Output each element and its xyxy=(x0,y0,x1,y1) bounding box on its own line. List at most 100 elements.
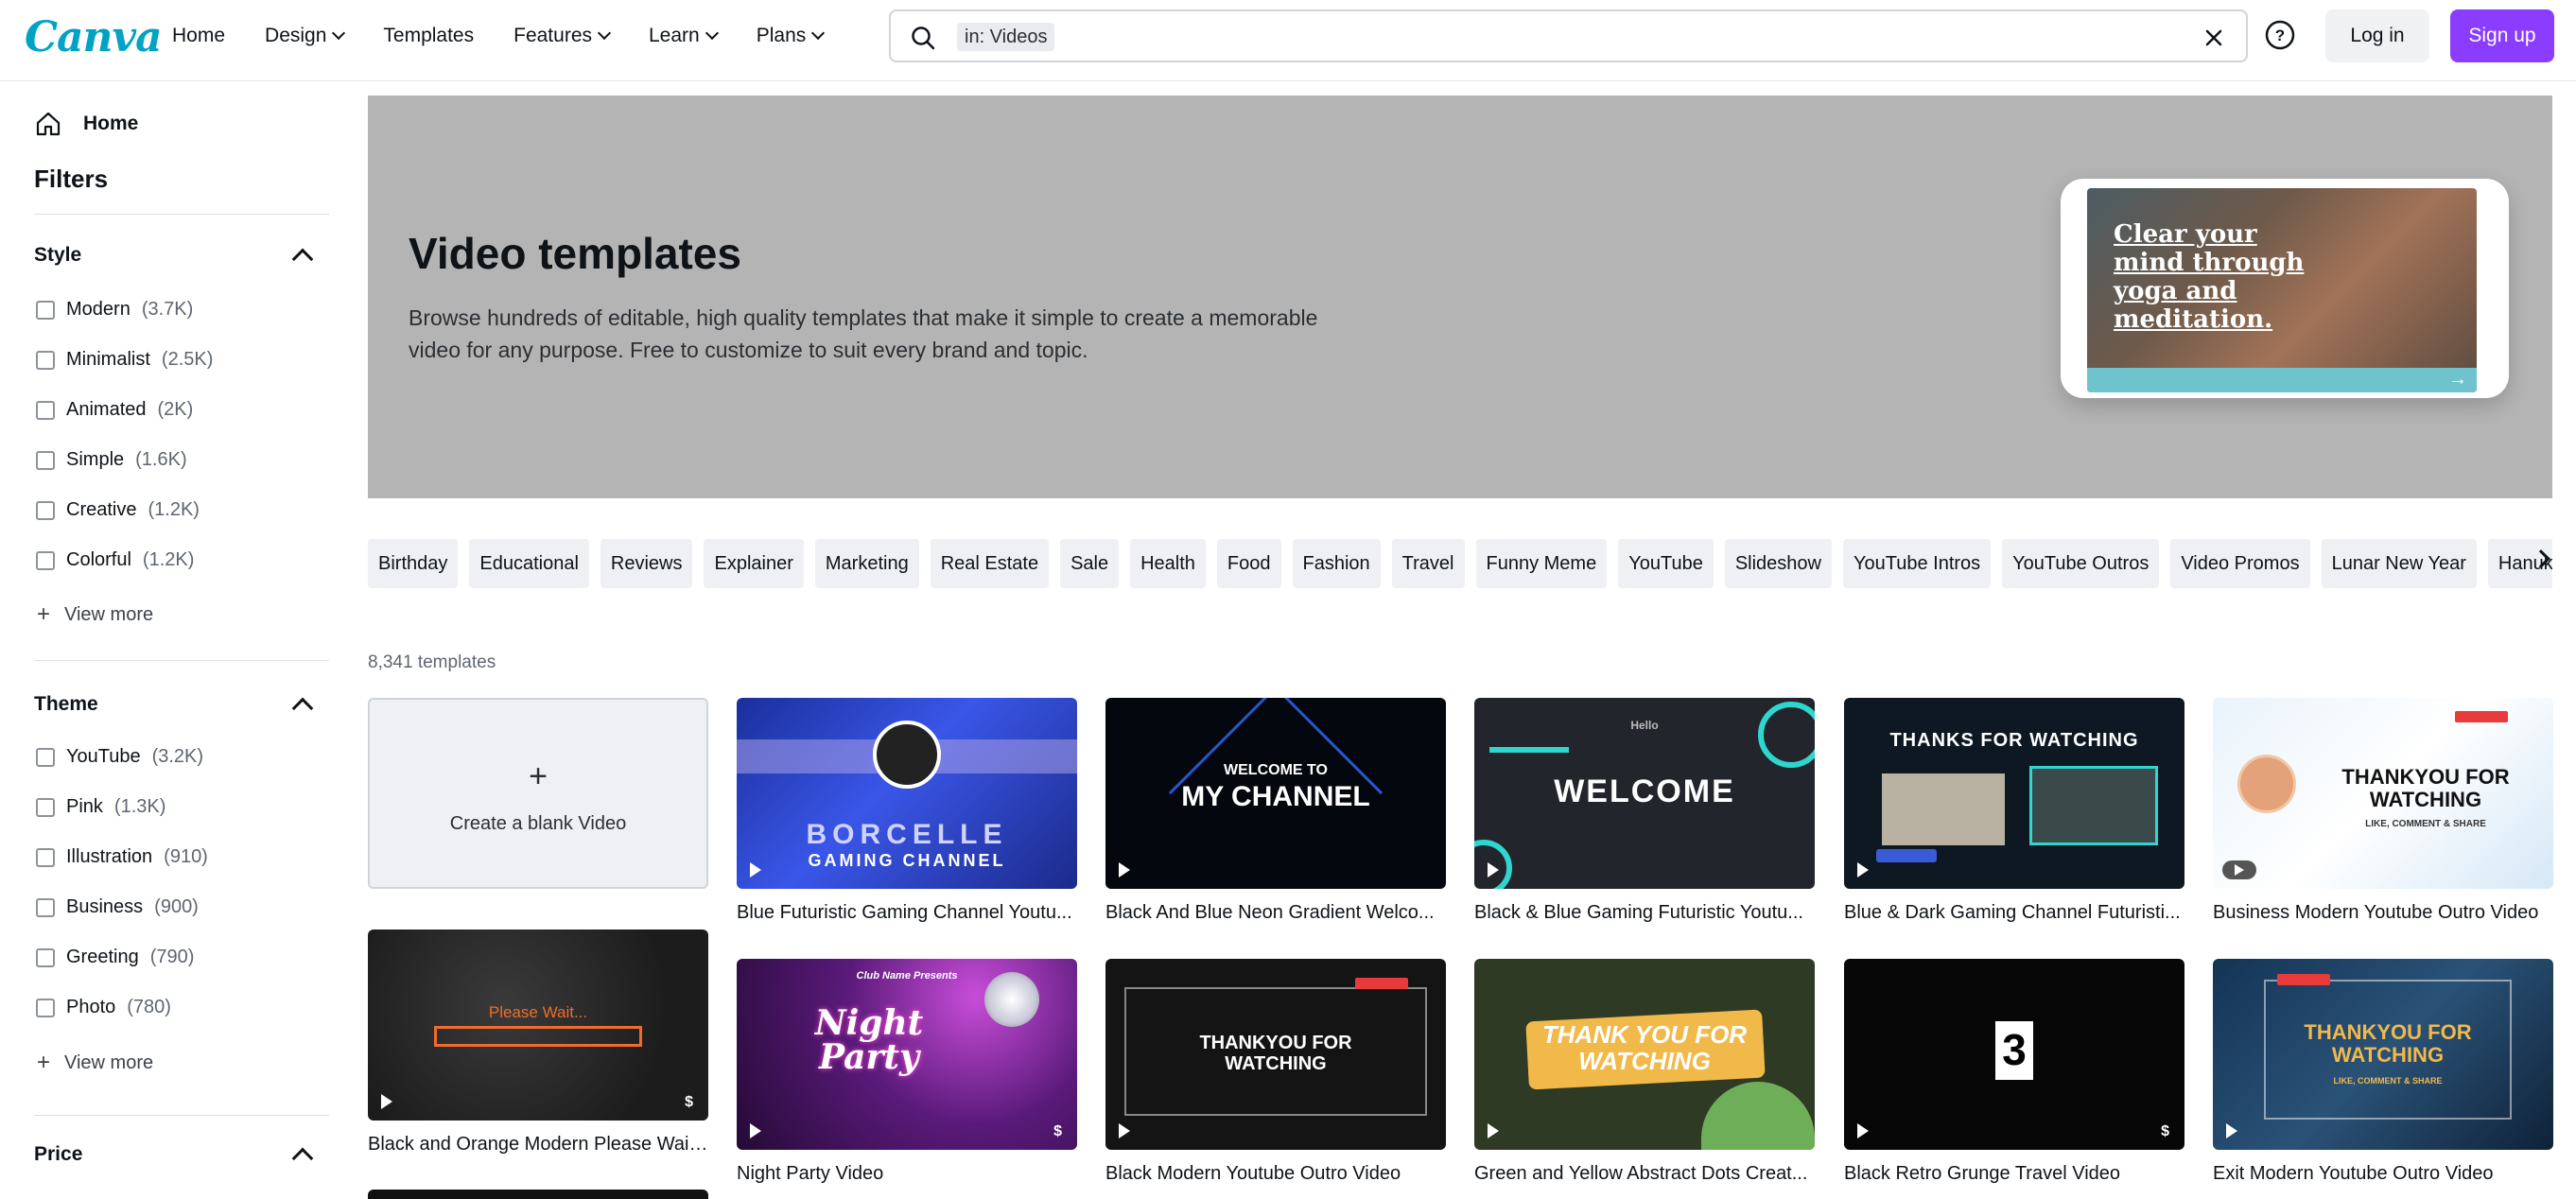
template-title[interactable]: Blue & Dark Gaming Channel Futuristi... xyxy=(1844,902,2184,924)
template-title[interactable]: Business Modern Youtube Outro Video xyxy=(2213,902,2553,924)
template-title[interactable]: Exit Modern Youtube Outro Video xyxy=(2213,1163,2553,1185)
template-card[interactable]: 3 $ Black Retro Grunge Travel Video xyxy=(1844,959,2184,1185)
checkbox[interactable] xyxy=(36,550,55,570)
help-icon[interactable]: ? xyxy=(2262,17,2298,53)
category-chip[interactable]: Real Estate xyxy=(930,539,1050,588)
price-section-title[interactable]: Price xyxy=(34,1143,82,1166)
search-bar[interactable]: in: Videos xyxy=(889,9,2248,62)
template-card[interactable]: THANKYOU FOR WATCHING Black Modern Youtu… xyxy=(1105,959,1446,1185)
category-chip[interactable]: Travel xyxy=(1391,539,1465,588)
category-chip[interactable]: Slideshow xyxy=(1724,539,1832,588)
filter-style-minimalist[interactable]: Minimalist (2.5K) xyxy=(36,349,213,371)
checkbox[interactable] xyxy=(36,998,55,1017)
template-thumbnail[interactable]: Please Wait... $ xyxy=(368,930,708,1121)
category-chip[interactable]: Health xyxy=(1130,539,1206,588)
create-blank-video-card[interactable]: + Create a blank Video xyxy=(368,698,708,889)
template-card[interactable]: THANKYOU FOR WATCHING LIKE, COMMENT & SH… xyxy=(2213,959,2553,1185)
template-card[interactable]: THANKYOU FOR WATCHING LIKE, COMMENT & SH… xyxy=(2213,698,2553,924)
template-thumbnail[interactable]: WELCOME TO MY CHANNEL xyxy=(1105,698,1446,889)
checkbox[interactable] xyxy=(36,350,55,370)
template-card[interactable]: Hello WELCOME Black & Blue Gaming Futuri… xyxy=(1474,698,1815,924)
template-card[interactable]: BORCELLE GAMING CHANNEL Blue Futuristic … xyxy=(737,698,1077,924)
category-chip[interactable]: Video Promos xyxy=(2170,539,2310,588)
nav-design[interactable]: Design xyxy=(265,25,362,47)
template-card[interactable]: Club Name Presents Night Party $ Night P… xyxy=(737,959,1077,1185)
theme-section-title[interactable]: Theme xyxy=(34,693,98,716)
search-icon[interactable] xyxy=(910,25,936,51)
filter-style-animated[interactable]: Animated (2K) xyxy=(36,399,193,421)
template-title[interactable]: Black And Blue Neon Gradient Welco... xyxy=(1105,902,1446,924)
checkbox[interactable] xyxy=(36,747,55,767)
checkbox[interactable] xyxy=(36,450,55,470)
nav-templates[interactable]: Templates xyxy=(383,25,493,47)
template-thumbnail[interactable]: THANKYOU FOR WATCHING LIKE, COMMENT & SH… xyxy=(2213,959,2553,1150)
template-card[interactable]: THANKS FOR WATCHING Blue & Dark Gaming C… xyxy=(1844,698,2184,924)
nav-features[interactable]: Features xyxy=(513,25,628,47)
category-chip[interactable]: Educational xyxy=(469,539,589,588)
close-icon[interactable] xyxy=(2201,25,2227,51)
category-chip[interactable]: Food xyxy=(1216,539,1281,588)
chevron-up-icon[interactable] xyxy=(291,1147,314,1170)
filter-theme-photo[interactable]: Photo (780) xyxy=(36,997,171,1018)
filter-style-colorful[interactable]: Colorful (1.2K) xyxy=(36,549,194,571)
template-title[interactable]: Black Modern Youtube Outro Video xyxy=(1105,1163,1446,1185)
template-thumbnail[interactable]: 3 $ xyxy=(1844,959,2184,1150)
checkbox[interactable] xyxy=(36,300,55,320)
template-thumbnail[interactable]: Hello WELCOME xyxy=(1474,698,1815,889)
template-title[interactable]: Green and Yellow Abstract Dots Creat... xyxy=(1474,1163,1815,1185)
checkbox[interactable] xyxy=(36,847,55,867)
chevron-up-icon[interactable] xyxy=(291,697,314,720)
filter-theme-greeting[interactable]: Greeting (790) xyxy=(36,947,194,968)
filter-style-creative[interactable]: Creative (1.2K) xyxy=(36,499,200,521)
template-title[interactable]: Black & Blue Gaming Futuristic Youtu... xyxy=(1474,902,1815,924)
template-thumbnail[interactable]: THANKYOU FOR WATCHING xyxy=(1105,959,1446,1150)
category-chip[interactable]: YouTube Outros xyxy=(2002,539,2160,588)
log-in-button[interactable]: Log in xyxy=(2325,9,2429,62)
style-view-more-button[interactable]: + View more xyxy=(36,601,153,628)
filter-theme-business[interactable]: Business (900) xyxy=(36,896,199,918)
category-chip[interactable]: Birthday xyxy=(368,539,459,588)
filter-style-modern[interactable]: Modern (3.7K) xyxy=(36,299,193,321)
category-chip[interactable]: Funny Meme xyxy=(1475,539,1608,588)
template-card[interactable]: Please Wait... $ Black and Orange Modern… xyxy=(368,930,708,1156)
theme-view-more-button[interactable]: + View more xyxy=(36,1050,153,1076)
chevron-up-icon[interactable] xyxy=(291,248,314,270)
template-thumbnail-partial[interactable] xyxy=(368,1190,708,1199)
nav-learn[interactable]: Learn xyxy=(649,25,736,47)
template-title[interactable]: Blue Futuristic Gaming Channel Youtu... xyxy=(737,902,1077,924)
template-thumbnail[interactable]: Club Name Presents Night Party $ xyxy=(737,959,1077,1150)
template-title[interactable]: Black and Orange Modern Please Wait... xyxy=(368,1134,708,1156)
template-card[interactable]: THANK YOU FOR WATCHING Green and Yellow … xyxy=(1474,959,1815,1185)
checkbox[interactable] xyxy=(36,897,55,917)
template-thumbnail[interactable]: THANK YOU FOR WATCHING xyxy=(1474,959,1815,1150)
template-card[interactable]: WELCOME TO MY CHANNEL Black And Blue Neo… xyxy=(1105,698,1446,924)
category-chip[interactable]: Marketing xyxy=(814,539,919,588)
nav-home[interactable]: Home xyxy=(172,25,244,47)
category-chip[interactable]: Explainer xyxy=(704,539,804,588)
template-thumbnail[interactable]: THANKYOU FOR WATCHING LIKE, COMMENT & SH… xyxy=(2213,698,2553,889)
checkbox[interactable] xyxy=(36,400,55,420)
sign-up-button[interactable]: Sign up xyxy=(2450,9,2554,62)
style-section-title[interactable]: Style xyxy=(34,244,81,267)
category-chip[interactable]: YouTube xyxy=(1618,539,1714,588)
template-thumbnail[interactable]: THANKS FOR WATCHING xyxy=(1844,698,2184,889)
canva-logo[interactable]: Canva xyxy=(25,13,163,61)
category-chip[interactable]: Reviews xyxy=(600,539,693,588)
search-filter-chip[interactable]: in: Videos xyxy=(957,23,1055,51)
checkbox[interactable] xyxy=(36,797,55,817)
category-chip[interactable]: Sale xyxy=(1060,539,1120,588)
category-chip[interactable]: Lunar New Year xyxy=(2321,539,2477,588)
template-title[interactable]: Black Retro Grunge Travel Video xyxy=(1844,1163,2184,1185)
checkbox[interactable] xyxy=(36,947,55,967)
template-title[interactable]: Night Party Video xyxy=(737,1163,1077,1185)
filter-theme-illustration[interactable]: Illustration (910) xyxy=(36,846,208,868)
category-chip[interactable]: Fashion xyxy=(1292,539,1381,588)
filter-theme-youtube[interactable]: YouTube (3.2K) xyxy=(36,746,203,768)
category-chip[interactable]: YouTube Intros xyxy=(1842,539,1992,588)
filter-theme-pink[interactable]: Pink (1.3K) xyxy=(36,796,165,818)
sidebar-home-link[interactable]: Home xyxy=(34,110,138,138)
nav-plans[interactable]: Plans xyxy=(757,25,843,47)
template-thumbnail[interactable]: BORCELLE GAMING CHANNEL xyxy=(737,698,1077,889)
filter-style-simple[interactable]: Simple (1.6K) xyxy=(36,449,187,471)
checkbox[interactable] xyxy=(36,500,55,520)
